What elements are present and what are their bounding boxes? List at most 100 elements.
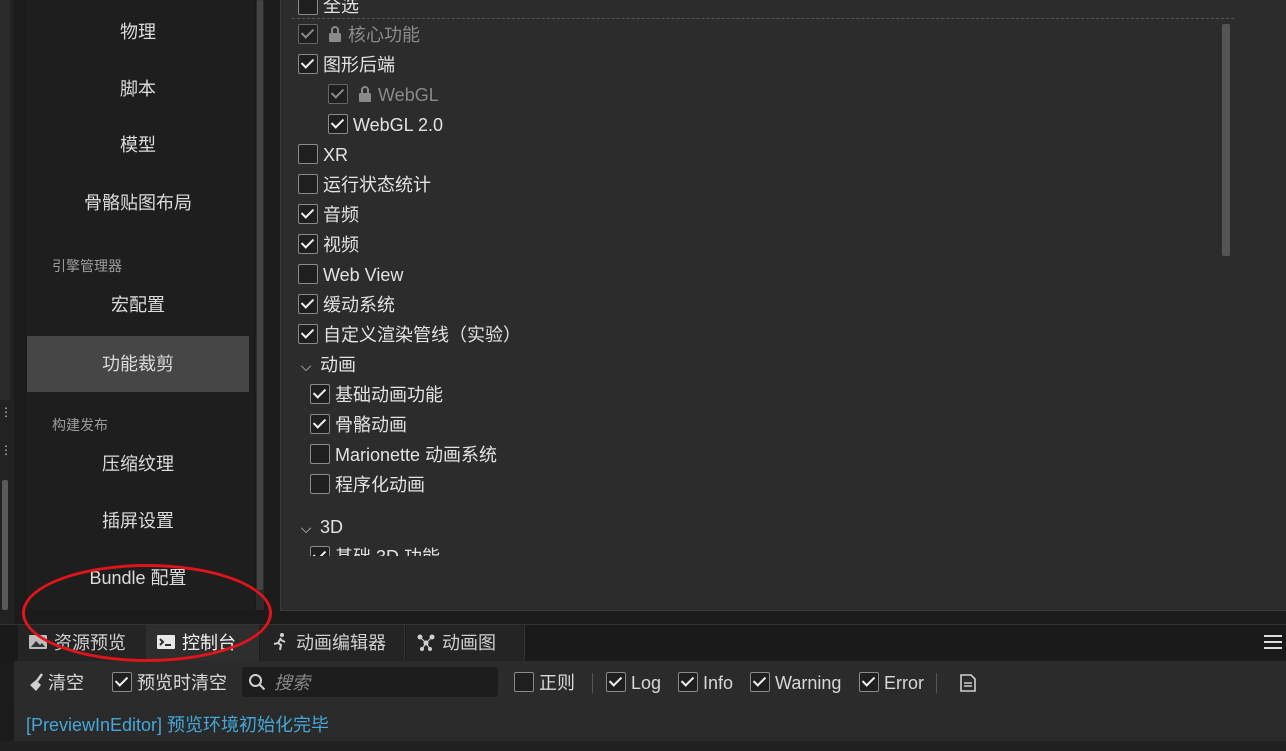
checkbox[interactable] [310, 474, 330, 495]
console-message[interactable]: [PreviewInEditor] 预览环境初始化完毕 [26, 711, 329, 737]
feature-label: 基础 3D 功能 [335, 547, 440, 556]
checkbox[interactable] [298, 324, 318, 345]
info-filter-toggle[interactable]: Info [678, 661, 733, 705]
error-filter-toggle[interactable]: Error [859, 661, 924, 705]
checkbox[interactable] [298, 234, 318, 255]
nav-scrollbar[interactable] [256, 0, 264, 610]
divider [292, 18, 1234, 19]
select-all-checkbox[interactable] [298, 0, 318, 16]
left-edge-strip: ⋮ ⋮ [0, 0, 14, 626]
checkbox[interactable] [678, 672, 698, 693]
clear-button[interactable]: 清空 [28, 661, 84, 705]
feature-label: 基础动画功能 [335, 385, 443, 405]
checkbox[interactable] [310, 384, 330, 405]
feature-label: 图形后端 [323, 55, 395, 75]
feature-label: 视频 [323, 235, 359, 255]
broom-icon [30, 673, 44, 692]
checkbox[interactable] [298, 174, 318, 195]
feature-row-basic-3d[interactable]: 基础 3D 功能 [310, 544, 440, 556]
nav-item-script[interactable]: 脚本 [27, 61, 249, 117]
group-3d-header[interactable]: ⌵ 3D [298, 514, 343, 540]
checkbox[interactable] [310, 444, 330, 465]
feature-row-skeletal-animation[interactable]: 骨骼动画 [310, 412, 407, 438]
graph-icon [417, 634, 435, 652]
feature-row-video[interactable]: 视频 [298, 232, 359, 258]
divider [936, 673, 937, 693]
nav-section-engine-manager: 引擎管理器 [52, 258, 122, 274]
warning-filter-toggle[interactable]: Warning [750, 661, 841, 705]
clear-label: 清空 [48, 673, 84, 693]
nav-item-feature-cropping[interactable]: 功能裁剪 [27, 336, 249, 392]
chevron-down-icon[interactable]: ⌵ [298, 515, 314, 541]
feature-row-procedural-animation[interactable]: 程序化动画 [310, 472, 425, 498]
regex-label: 正则 [539, 673, 575, 693]
checkbox[interactable] [298, 294, 318, 315]
feature-label: Web View [323, 265, 404, 285]
select-all-row[interactable]: 全选 [298, 0, 359, 19]
running-figure-icon [273, 633, 286, 651]
feature-label: Marionette 动画系统 [335, 445, 498, 465]
drag-handle-icon[interactable]: ⋮ [0, 406, 12, 418]
menu-icon[interactable] [1264, 635, 1282, 653]
group-label: 动画 [320, 355, 356, 375]
checkbox[interactable] [606, 672, 626, 693]
search-field[interactable] [242, 667, 498, 697]
clear-on-preview-toggle[interactable]: 预览时清空 [112, 661, 227, 705]
checkbox[interactable] [514, 672, 534, 693]
open-log-file-icon[interactable] [958, 673, 978, 693]
feature-row-webview[interactable]: Web View [298, 262, 403, 288]
select-all-label: 全选 [323, 0, 359, 16]
checkbox[interactable] [298, 54, 318, 75]
nav-item-model[interactable]: 模型 [27, 117, 249, 173]
feature-row-marionette[interactable]: Marionette 动画系统 [310, 442, 497, 468]
feature-row-profiler[interactable]: 运行状态统计 [298, 172, 431, 198]
panel-scrollbar[interactable] [1222, 24, 1230, 256]
checkbox [298, 24, 318, 45]
feature-row-webgl2[interactable]: WebGL 2.0 [328, 112, 443, 138]
nav-item-macro-config[interactable]: 宏配置 [27, 277, 249, 333]
feature-row-custom-pipeline[interactable]: 自定义渲染管线（实验） [298, 322, 521, 348]
checkbox[interactable] [750, 672, 770, 693]
tab-label: 动画图 [442, 633, 496, 653]
feature-row-basic-animation[interactable]: 基础动画功能 [310, 382, 443, 408]
clipped-row-container: 基础 3D 功能 [310, 544, 550, 556]
drag-handle-icon[interactable]: ⋮ [0, 444, 12, 456]
checkbox[interactable] [112, 672, 132, 693]
feature-row-xr[interactable]: XR [298, 142, 348, 168]
checkbox[interactable] [310, 546, 330, 556]
log-filter-toggle[interactable]: Log [606, 661, 661, 705]
feature-row-tween[interactable]: 缓动系统 [298, 292, 395, 318]
divider [592, 673, 593, 693]
feature-row-audio[interactable]: 音频 [298, 202, 359, 228]
checkbox[interactable] [328, 114, 348, 135]
group-animation-header[interactable]: ⌵ 动画 [298, 352, 356, 378]
log-label: Log [631, 673, 662, 693]
left-scrollbar[interactable] [2, 480, 8, 610]
regex-toggle[interactable]: 正则 [514, 661, 575, 705]
clear-on-preview-label: 预览时清空 [137, 673, 227, 693]
nav-item-skeleton-texture-layout[interactable]: 骨骼贴图布局 [27, 175, 249, 231]
nav-item-splash-settings[interactable]: 插屏设置 [27, 493, 249, 549]
nav-item-compressed-texture[interactable]: 压缩纹理 [27, 436, 249, 492]
chevron-down-icon[interactable]: ⌵ [298, 353, 314, 379]
feature-label: 程序化动画 [335, 475, 425, 495]
feature-label: WebGL [378, 85, 439, 105]
checkbox[interactable] [859, 672, 879, 693]
tab-animation-editor[interactable]: 动画编辑器 [260, 625, 405, 661]
info-label: Info [703, 673, 734, 693]
feature-label: WebGL 2.0 [353, 115, 444, 135]
tab-animation-graph[interactable]: 动画图 [406, 625, 525, 661]
checkbox[interactable] [298, 264, 318, 285]
warning-label: Warning [775, 673, 842, 693]
checkbox[interactable] [298, 144, 318, 165]
nav-item-physics[interactable]: 物理 [27, 4, 249, 60]
checkbox[interactable] [310, 414, 330, 435]
feature-label: 缓动系统 [323, 295, 395, 315]
settings-nav: 物理 脚本 模型 骨骼贴图布局 引擎管理器 宏配置 功能裁剪 构建发布 压缩纹理… [27, 0, 253, 610]
feature-label: 音频 [323, 205, 359, 225]
checkbox[interactable] [298, 204, 318, 225]
feature-row-graphics-backend[interactable]: 图形后端 [298, 52, 395, 78]
nav-scrollbar-thumb[interactable] [257, 0, 263, 590]
group-label: 3D [320, 517, 344, 537]
search-input[interactable] [272, 670, 491, 696]
